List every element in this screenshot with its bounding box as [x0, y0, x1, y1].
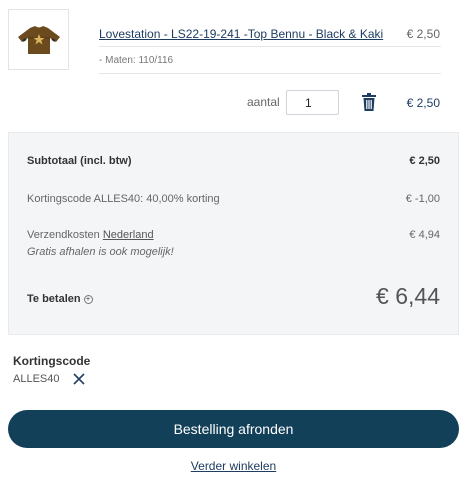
product-title-link[interactable]: Lovestation - LS22-19-241 -Top Bennu - B… — [99, 27, 383, 41]
remove-discount-close-icon[interactable] — [72, 372, 86, 386]
product-unit-price: € 2,50 — [406, 27, 440, 41]
order-summary: Subtotaal (incl. btw) € 2,50 Kortingscod… — [8, 132, 459, 335]
shirt-icon — [17, 25, 60, 54]
divider — [99, 73, 441, 74]
shipping-label: Verzendkosten Nederland — [27, 229, 154, 241]
discount-code-value: ALLES40 — [13, 373, 60, 385]
line-total: € 2,50 — [406, 96, 440, 110]
discount-value: € -1,00 — [405, 193, 440, 205]
total-label-text: Te betalen — [27, 293, 81, 305]
product-size: - Maten: 110/116 — [99, 55, 174, 66]
continue-shopping-link[interactable]: Verder winkelen — [0, 459, 467, 473]
shipping-country-link[interactable]: Nederland — [103, 229, 154, 241]
total-label: Te betalen + — [27, 293, 93, 305]
discount-code-heading: Kortingscode — [13, 354, 91, 368]
divider — [99, 46, 441, 47]
product-thumbnail[interactable] — [8, 9, 69, 70]
trash-icon[interactable] — [362, 93, 376, 111]
cart-line-item: Lovestation - LS22-19-241 -Top Bennu - B… — [0, 0, 475, 86]
info-icon[interactable]: + — [83, 295, 93, 304]
discount-label: Kortingscode ALLES40: 40,00% korting — [27, 193, 220, 205]
shipping-value: € 4,94 — [409, 229, 440, 241]
quantity-label: aantal — [247, 95, 280, 109]
shipping-prefix: Verzendkosten — [27, 229, 100, 241]
subtotal-value: € 2,50 — [409, 155, 440, 167]
total-value: € 6,44 — [376, 283, 440, 309]
quantity-input[interactable] — [286, 90, 339, 115]
subtotal-label: Subtotaal (incl. btw) — [27, 155, 132, 167]
checkout-button[interactable]: Bestelling afronden — [8, 410, 459, 448]
pickup-note: Gratis afhalen is ook mogelijk! — [27, 246, 174, 258]
